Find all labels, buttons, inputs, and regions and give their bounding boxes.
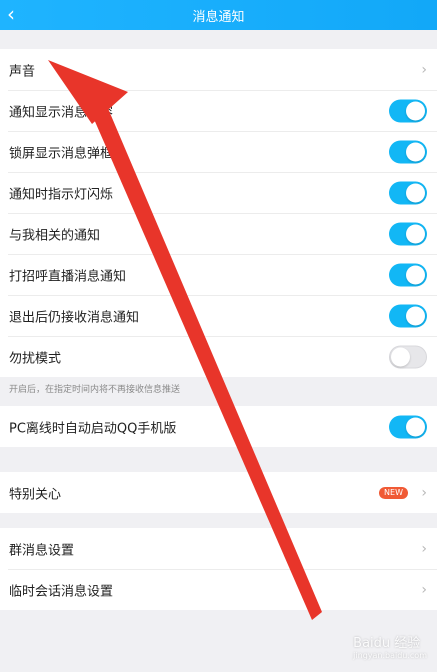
watermark: Baidu 经验 jingyan.baidu.com — [353, 632, 427, 660]
show-content-row: 通知显示消息内容 — [0, 90, 437, 131]
page-title: 消息通知 — [192, 10, 245, 25]
title-bar: ‹ 消息通知 — [0, 0, 437, 30]
settings-group-chat: 群消息设置 › 临时会话消息设置 › — [0, 528, 437, 610]
lockscreen-popup-row: 锁屏显示消息弹框 — [0, 131, 437, 172]
pc-offline-toggle[interactable] — [389, 415, 427, 438]
related-notify-label: 与我相关的通知 — [9, 228, 101, 243]
chevron-right-icon: › — [421, 540, 427, 557]
greeting-live-label: 打招呼直播消息通知 — [9, 269, 127, 284]
toggle-knob — [406, 417, 425, 436]
pc-offline-row: PC离线时自动启动QQ手机版 — [0, 406, 437, 447]
after-exit-toggle[interactable] — [389, 304, 427, 327]
new-badge: NEW — [379, 486, 408, 499]
dnd-label: 勿扰模式 — [9, 351, 62, 366]
temp-chat-label: 临时会话消息设置 — [9, 584, 114, 599]
chevron-right-icon: › — [421, 61, 427, 78]
special-care-row[interactable]: 特别关心 NEW › — [0, 472, 437, 513]
toggle-knob — [406, 142, 425, 161]
settings-group-main: 声音 › 通知显示消息内容 锁屏显示消息弹框 通知时指示灯闪烁 与我相关的通知 … — [0, 49, 437, 377]
pc-offline-label: PC离线时自动启动QQ手机版 — [9, 421, 177, 436]
greeting-live-toggle[interactable] — [389, 263, 427, 286]
toggle-knob — [406, 101, 425, 120]
sound-row[interactable]: 声音 › — [0, 49, 437, 90]
dnd-toggle[interactable] — [389, 345, 427, 368]
group-msg-row[interactable]: 群消息设置 › — [0, 528, 437, 569]
show-content-label: 通知显示消息内容 — [9, 105, 114, 120]
group-msg-label: 群消息设置 — [9, 543, 75, 558]
indicator-light-row: 通知时指示灯闪烁 — [0, 172, 437, 213]
chevron-right-icon: › — [421, 581, 427, 598]
toggle-knob — [391, 347, 410, 366]
chevron-right-icon: › — [421, 484, 427, 501]
watermark-sub: jingyan.baidu.com — [353, 651, 427, 660]
toggle-knob — [406, 265, 425, 284]
lockscreen-popup-toggle[interactable] — [389, 140, 427, 163]
after-exit-label: 退出后仍接收消息通知 — [9, 310, 140, 325]
toggle-knob — [406, 183, 425, 202]
greeting-live-row: 打招呼直播消息通知 — [0, 254, 437, 295]
toggle-knob — [406, 224, 425, 243]
watermark-main: Baidu 经验 — [353, 636, 421, 651]
sound-label: 声音 — [9, 64, 36, 79]
indicator-light-toggle[interactable] — [389, 181, 427, 204]
after-exit-row: 退出后仍接收消息通知 — [0, 295, 437, 336]
indicator-light-label: 通知时指示灯闪烁 — [9, 187, 114, 202]
lockscreen-popup-label: 锁屏显示消息弹框 — [9, 146, 114, 161]
toggle-knob — [406, 306, 425, 325]
dnd-row: 勿扰模式 — [0, 336, 437, 377]
settings-group-pc: PC离线时自动启动QQ手机版 — [0, 406, 437, 447]
settings-group-special: 特别关心 NEW › — [0, 472, 437, 513]
show-content-toggle[interactable] — [389, 99, 427, 122]
related-notify-row: 与我相关的通知 — [0, 213, 437, 254]
special-care-label: 特别关心 — [9, 487, 62, 502]
dnd-note: 开启后，在指定时间内将不再接收信息推送 — [9, 385, 181, 395]
temp-chat-row[interactable]: 临时会话消息设置 › — [0, 569, 437, 610]
related-notify-toggle[interactable] — [389, 222, 427, 245]
